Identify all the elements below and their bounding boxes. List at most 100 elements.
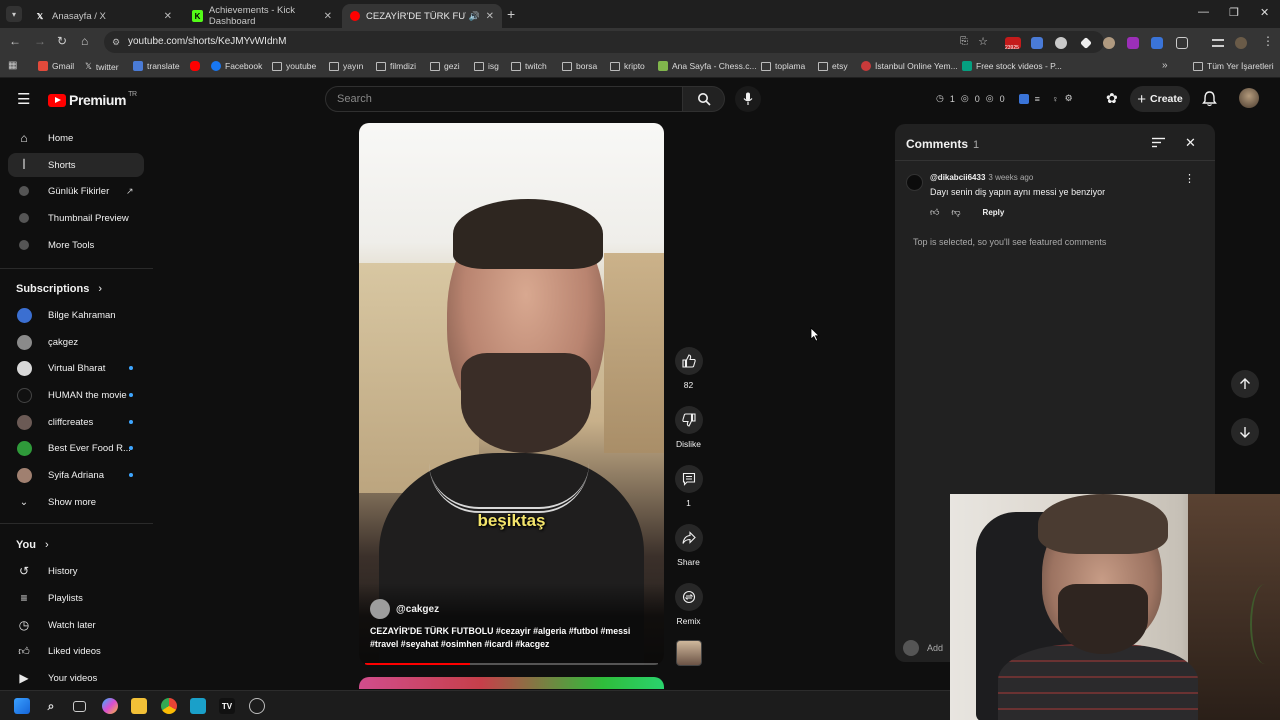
comment-menu-icon[interactable]: ⋮ — [1184, 172, 1195, 185]
reading-list-icon[interactable] — [1212, 39, 1224, 47]
bookmark-istanbul[interactable]: İstanbul Online Yem... — [861, 61, 958, 71]
sidebar-item-shorts[interactable]: ꟾ Shorts — [8, 153, 144, 177]
tradingview-icon[interactable]: TV — [219, 698, 235, 714]
comment-author[interactable]: @dikabcii6433 3 weeks ago — [930, 173, 1033, 182]
close-tab-icon[interactable]: ✕ — [486, 11, 494, 22]
bookmark-pexels[interactable]: Free stock videos - P... — [962, 61, 1062, 71]
file-explorer-icon[interactable] — [131, 698, 147, 714]
sidebar-item-watch-later[interactable]: ◷ Watch later — [8, 613, 144, 637]
sidebar-sub-cakgez[interactable]: çakgez — [8, 330, 144, 354]
bookmark-folder[interactable]: yayın — [329, 61, 363, 71]
bookmark-folder[interactable]: youtube — [272, 61, 316, 71]
sidebar-sub-human-the-movie[interactable]: HUMAN the movie — [8, 383, 144, 407]
bookmark-folder[interactable]: kripto — [610, 61, 645, 71]
chrome-icon[interactable] — [161, 698, 177, 714]
sort-icon[interactable] — [1152, 137, 1165, 148]
sidebar-sub-best-ever-food[interactable]: Best Ever Food R... — [8, 436, 144, 460]
bookmark-translate[interactable]: translate — [133, 61, 180, 71]
notifications-bell-icon[interactable] — [1202, 91, 1217, 107]
bookmark-folder[interactable]: borsa — [562, 61, 597, 71]
site-info-icon[interactable]: ⚙ — [112, 31, 120, 53]
sidebar-item-your-videos[interactable]: ▶ Your videos — [8, 666, 144, 690]
minimize-icon[interactable]: — — [1198, 6, 1209, 18]
search-icon[interactable]: ⌕ — [43, 698, 59, 714]
audio-icon[interactable]: 🔊 — [469, 11, 480, 22]
extension-icon[interactable] — [1018, 93, 1029, 104]
bookmark-youtube-icon[interactable] — [190, 61, 204, 71]
app-icon[interactable] — [190, 698, 206, 714]
extension-icon[interactable] — [1151, 37, 1163, 49]
more-bookmarks-icon[interactable]: » — [1162, 60, 1168, 71]
subscriptions-heading[interactable]: Subscriptions › — [16, 283, 102, 295]
tab-youtube[interactable]: CEZAYİR'DE TÜRK FUTBOLU 🔊 ✕ — [342, 4, 502, 28]
profile-avatar[interactable] — [1235, 37, 1247, 49]
sidebar-item-liked-videos[interactable]: 👍︎ Liked videos — [8, 639, 144, 663]
sidebar-item-home[interactable]: ⌂ Home — [8, 126, 144, 150]
apps-grid-icon[interactable]: ▦ — [8, 60, 17, 71]
settings-icon[interactable]: ⚙ — [1065, 93, 1073, 104]
bookmark-facebook[interactable]: Facebook — [211, 61, 262, 71]
create-button[interactable]: + Create — [1130, 86, 1190, 112]
dislike-button[interactable]: Dislike — [671, 406, 706, 449]
extension-flower-icon[interactable]: ✿ — [1106, 90, 1118, 107]
bookmark-folder[interactable]: isg — [474, 61, 499, 71]
sound-thumbnail[interactable] — [676, 640, 702, 666]
account-avatar[interactable] — [1239, 88, 1259, 108]
search-button[interactable] — [683, 86, 725, 112]
extensions-puzzle-icon[interactable] — [1176, 37, 1188, 49]
app-icon[interactable] — [249, 698, 265, 714]
new-tab-icon[interactable]: + — [507, 6, 515, 22]
you-heading[interactable]: You › — [16, 539, 49, 551]
ribbon-icon[interactable]: ♀ — [1052, 94, 1059, 104]
bookmark-chess[interactable]: Ana Sayfa - Chess.c... — [658, 61, 757, 71]
short-title[interactable]: CEZAYİR'DE TÜRK FUTBOLU #cezayir #algeri… — [370, 625, 655, 651]
sidebar-sub-cliffcreates[interactable]: cliffcreates — [8, 410, 144, 434]
bookmark-folder[interactable]: gezi — [430, 61, 460, 71]
sidebar-show-more[interactable]: ⌄ Show more — [8, 490, 144, 514]
close-icon[interactable]: ✕ — [1185, 135, 1196, 151]
extension-icon[interactable] — [1103, 37, 1115, 49]
copilot-icon[interactable] — [102, 698, 118, 714]
windows-start-icon[interactable] — [14, 698, 30, 714]
extension-icon[interactable] — [1127, 37, 1139, 49]
sidebar-sub-syifa-adriana[interactable]: Syifa Adriana — [8, 463, 144, 487]
bookmark-folder[interactable]: etsy — [818, 61, 848, 71]
close-tab-icon[interactable]: ✕ — [324, 11, 332, 22]
thumbs-up-icon[interactable]: 👍︎ — [930, 207, 939, 218]
close-tab-icon[interactable]: ✕ — [164, 11, 172, 22]
bookmark-star-icon[interactable]: ☆ — [978, 31, 988, 53]
close-window-icon[interactable]: ✕ — [1260, 6, 1269, 19]
task-view-icon[interactable] — [73, 701, 86, 712]
forward-icon[interactable]: → — [34, 34, 46, 48]
hamburger-menu-icon[interactable]: ☰ — [17, 90, 30, 108]
sidebar-item-gunluk-fikirler[interactable]: Günlük Fikirler ↗ — [8, 179, 144, 203]
bookmark-gmail[interactable]: Gmail — [38, 61, 74, 71]
reply-button[interactable]: Reply — [983, 208, 1005, 217]
sidebar-item-thumbnail-preview[interactable]: Thumbnail Preview — [8, 206, 144, 230]
youtube-premium-logo[interactable]: Premium TR — [48, 91, 137, 108]
add-comment-input[interactable]: Add — [903, 640, 943, 656]
tab-x[interactable]: 𝕏 Anasayfa / X ✕ — [26, 4, 180, 28]
like-button[interactable]: 82 — [671, 347, 706, 390]
sidebar-item-playlists[interactable]: ≡ Playlists — [8, 586, 144, 610]
video-progress-bar[interactable] — [365, 663, 658, 665]
sidebar-item-history[interactable]: ↺ History — [8, 559, 144, 583]
bookmark-folder[interactable]: toplama — [761, 61, 805, 71]
back-icon[interactable]: ← — [9, 34, 21, 48]
list-icon[interactable]: ≡ — [1035, 94, 1040, 104]
commenter-avatar[interactable] — [906, 174, 923, 191]
tab-kick[interactable]: K Achievements - Kick Dashboard ✕ — [184, 4, 340, 28]
share-button[interactable]: Share — [671, 524, 706, 567]
previous-short-button[interactable] — [1231, 370, 1259, 398]
url-input[interactable]: ⚙ youtube.com/shorts/KeJMYvWIdnM ⎘ ☆ — [104, 31, 1104, 53]
sidebar-item-more-tools[interactable]: More Tools — [8, 233, 144, 257]
short-channel[interactable]: @cakgez — [370, 599, 439, 619]
bookmark-twitter[interactable]: 𝕏twitter — [85, 61, 119, 72]
next-short-preview[interactable] — [359, 677, 664, 689]
menu-kebab-icon[interactable]: ⋮ — [1262, 34, 1274, 48]
thumbs-down-icon[interactable]: 👎︎ — [951, 207, 960, 218]
tab-search-icon[interactable]: ▾ — [6, 6, 22, 22]
comments-button[interactable]: 1 — [671, 465, 706, 508]
sidebar-sub-virtual-bharat[interactable]: Virtual Bharat — [8, 356, 144, 380]
install-icon[interactable]: ⎘ — [960, 31, 968, 53]
